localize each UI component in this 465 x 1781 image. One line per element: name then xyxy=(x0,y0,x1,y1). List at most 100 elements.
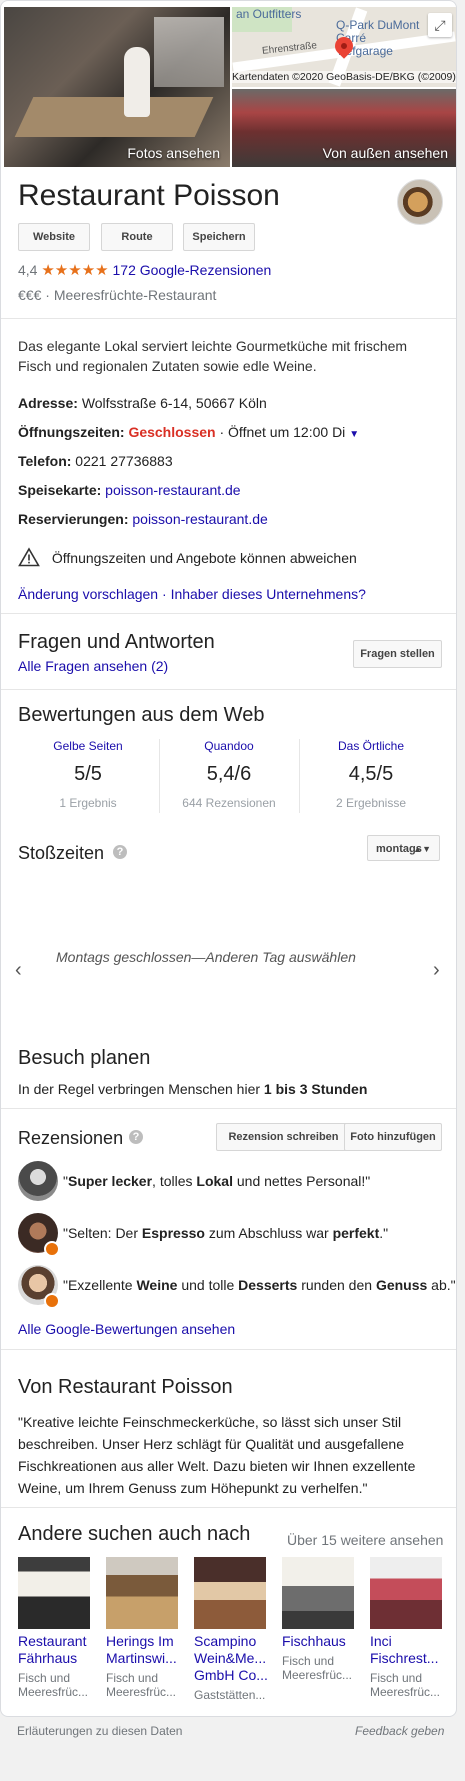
review-text: runden den xyxy=(297,1277,376,1293)
web-review-item[interactable]: Das Örtliche 4,5/5 2 Ergebnisse xyxy=(302,739,440,810)
website-button[interactable]: Website xyxy=(18,223,90,251)
result-name[interactable]: Restaurant Fährhaus xyxy=(18,1633,98,1667)
data-explanation-link[interactable]: Erläuterungen zu diesen Daten xyxy=(17,1724,182,1738)
hours-next: · Öffnet um 12:00 Di xyxy=(219,424,346,440)
address-value[interactable]: Wolfsstraße 6-14, 50667 Köln xyxy=(82,395,267,411)
popular-times-title: Stoßzeiten xyxy=(18,843,105,863)
review-text: "Exzellente xyxy=(63,1277,137,1293)
result-thumbnail[interactable] xyxy=(18,1557,90,1629)
menu-link[interactable]: poisson-restaurant.de xyxy=(105,482,240,498)
price-category-row: €€€ · Meeresfrüchte-Restaurant xyxy=(18,287,216,303)
review-text: ab." xyxy=(427,1277,456,1293)
closed-message[interactable]: Montags geschlossen—Anderen Tag auswähle… xyxy=(56,949,356,965)
all-reviews-link[interactable]: Alle Google-Bewertungen ansehen xyxy=(18,1321,235,1337)
star-rating-icon: ★★★★★ xyxy=(41,262,109,279)
reviews-title: Rezensionen xyxy=(18,1128,124,1148)
also-search-title: Andere suchen auch nach xyxy=(18,1523,251,1545)
help-icon[interactable]: ? xyxy=(113,845,127,859)
warning-text: Öffnungszeiten und Angebote können abwei… xyxy=(51,550,357,566)
review-snippet[interactable]: "Super lecker, tolles Lokal und nettes P… xyxy=(63,1173,370,1189)
route-button[interactable]: Route xyxy=(101,223,173,251)
outside-tile[interactable]: Von außen ansehen xyxy=(232,89,456,167)
result-category-line: Fisch und xyxy=(106,1671,159,1685)
result-name[interactable]: Inci Fischrest... xyxy=(370,1633,450,1667)
result-category-line: Fisch und xyxy=(18,1671,71,1685)
review-snippet[interactable]: "Selten: Der Espresso zum Abschluss war … xyxy=(63,1225,388,1241)
result-category-line: Meeresfrüc... xyxy=(18,1685,89,1699)
result-thumbnail[interactable] xyxy=(370,1557,442,1629)
from-business-text: "Kreative leichte Feinschmeckerküche, so… xyxy=(18,1414,416,1496)
result-thumbnail[interactable] xyxy=(282,1557,354,1629)
menu-label: Speisekarte: xyxy=(18,482,102,498)
reviews-link[interactable]: 172 Google-Rezensionen xyxy=(113,262,272,278)
feedback-link[interactable]: Feedback geben xyxy=(355,1724,444,1738)
result-thumbnail[interactable] xyxy=(194,1557,266,1629)
all-questions-link[interactable]: Alle Fragen ansehen (2) xyxy=(18,658,168,674)
business-name: Restaurant Poisson xyxy=(18,179,280,212)
map-copyright: Kartendaten ©2020 GeoBasis-DE/BKG (©2009… xyxy=(232,71,456,83)
day-select[interactable]: montags ▲▼ xyxy=(367,835,440,861)
result-thumbnail[interactable] xyxy=(106,1557,178,1629)
suggest-edit-link[interactable]: Änderung vorschlagen xyxy=(18,586,158,602)
visit-prefix: In der Regel verbringen Menschen hier xyxy=(18,1081,261,1097)
review-source: Quandoo xyxy=(204,739,254,753)
map-shop-label: an Outfitters xyxy=(236,7,302,21)
menu-row: Speisekarte: poisson-restaurant.de xyxy=(18,482,241,498)
result-category-line: Meeresfrüc... xyxy=(106,1685,177,1699)
hours-row[interactable]: Öffnungszeiten: Geschlossen · Öffnet um … xyxy=(18,424,359,440)
result-name-line: Restaurant xyxy=(18,1633,87,1649)
chevron-down-icon[interactable]: ▼ xyxy=(349,429,359,440)
web-review-item[interactable]: Quandoo 5,4/6 644 Rezensionen xyxy=(160,739,298,810)
review-highlight: Desserts xyxy=(238,1277,298,1293)
result-name[interactable]: Herings Im Martinswi... xyxy=(106,1633,186,1667)
review-text: ." xyxy=(379,1225,389,1241)
chevron-left-icon[interactable]: ‹ xyxy=(15,959,22,982)
ask-question-button[interactable]: Fragen stellen xyxy=(353,640,442,668)
map-tile[interactable]: Ehrenstraße an Outfitters Q-Park DuMont … xyxy=(232,7,456,87)
phone-value[interactable]: 0221 27736883 xyxy=(75,453,172,469)
add-photo-button[interactable]: Foto hinzufügen xyxy=(344,1123,442,1151)
knowledge-panel: Fotos ansehen Ehrenstraße an Outfitters … xyxy=(0,0,457,1717)
divider xyxy=(1,1507,456,1508)
warning-icon xyxy=(18,547,40,567)
warning-row: Öffnungszeiten und Angebote können abwei… xyxy=(18,547,357,567)
divider xyxy=(1,1349,456,1350)
review-snippet[interactable]: "Exzellente Weine und tolle Desserts run… xyxy=(63,1277,456,1293)
divider xyxy=(1,689,456,690)
result-name-line: GmbH Co... xyxy=(194,1667,268,1683)
claim-business-link[interactable]: Inhaber dieses Unternehmens? xyxy=(171,586,366,602)
outside-caption: Von außen ansehen xyxy=(322,145,448,161)
review-score: 5/5 xyxy=(74,763,102,785)
result-name-line: Scampino xyxy=(194,1633,257,1649)
chevron-right-icon[interactable]: › xyxy=(433,959,440,982)
result-name[interactable]: Fischhaus xyxy=(282,1633,362,1650)
review-text: und nettes Personal!" xyxy=(232,1173,371,1189)
local-guide-badge-icon xyxy=(44,1293,60,1309)
web-reviews-title: Bewertungen aus dem Web xyxy=(18,704,265,726)
expand-icon[interactable]: ⤢ xyxy=(428,13,452,37)
result-category: Fisch und Meeresfrüc... xyxy=(370,1671,450,1699)
more-results-link[interactable]: Über 15 weitere ansehen xyxy=(287,1532,443,1548)
result-name-line: Fischhaus xyxy=(282,1633,346,1649)
write-review-button[interactable]: Rezension schreiben xyxy=(216,1123,351,1151)
review-text: , tolles xyxy=(152,1173,197,1189)
result-name-line: Wein&Me... xyxy=(194,1650,267,1666)
business-logo[interactable] xyxy=(397,179,443,225)
help-icon[interactable]: ? xyxy=(129,1130,143,1144)
review-text: zum Abschluss war xyxy=(204,1225,333,1241)
avatar[interactable] xyxy=(18,1161,58,1201)
visit-duration-text: In der Regel verbringen Menschen hier 1 … xyxy=(18,1081,367,1097)
result-name[interactable]: Scampino Wein&Me... GmbH Co... xyxy=(194,1633,274,1684)
result-category-line: Meeresfrüc... xyxy=(282,1668,353,1682)
save-button[interactable]: Speichern xyxy=(183,223,255,251)
reservations-link[interactable]: poisson-restaurant.de xyxy=(132,511,267,527)
web-review-item[interactable]: Gelbe Seiten 5/5 1 Ergebnis xyxy=(19,739,157,810)
photos-caption: Fotos ansehen xyxy=(127,145,220,161)
review-count: 1 Ergebnis xyxy=(59,796,117,810)
reservations-row: Reservierungen: poisson-restaurant.de xyxy=(18,511,268,527)
rating-row: 4,4 ★★★★★ 172 Google-Rezensionen xyxy=(18,261,271,279)
review-text: und tolle xyxy=(177,1277,239,1293)
hero-images: Fotos ansehen Ehrenstraße an Outfitters … xyxy=(4,7,456,167)
result-category: Fisch und Meeresfrüc... xyxy=(282,1654,362,1682)
photos-tile[interactable]: Fotos ansehen xyxy=(4,7,230,167)
